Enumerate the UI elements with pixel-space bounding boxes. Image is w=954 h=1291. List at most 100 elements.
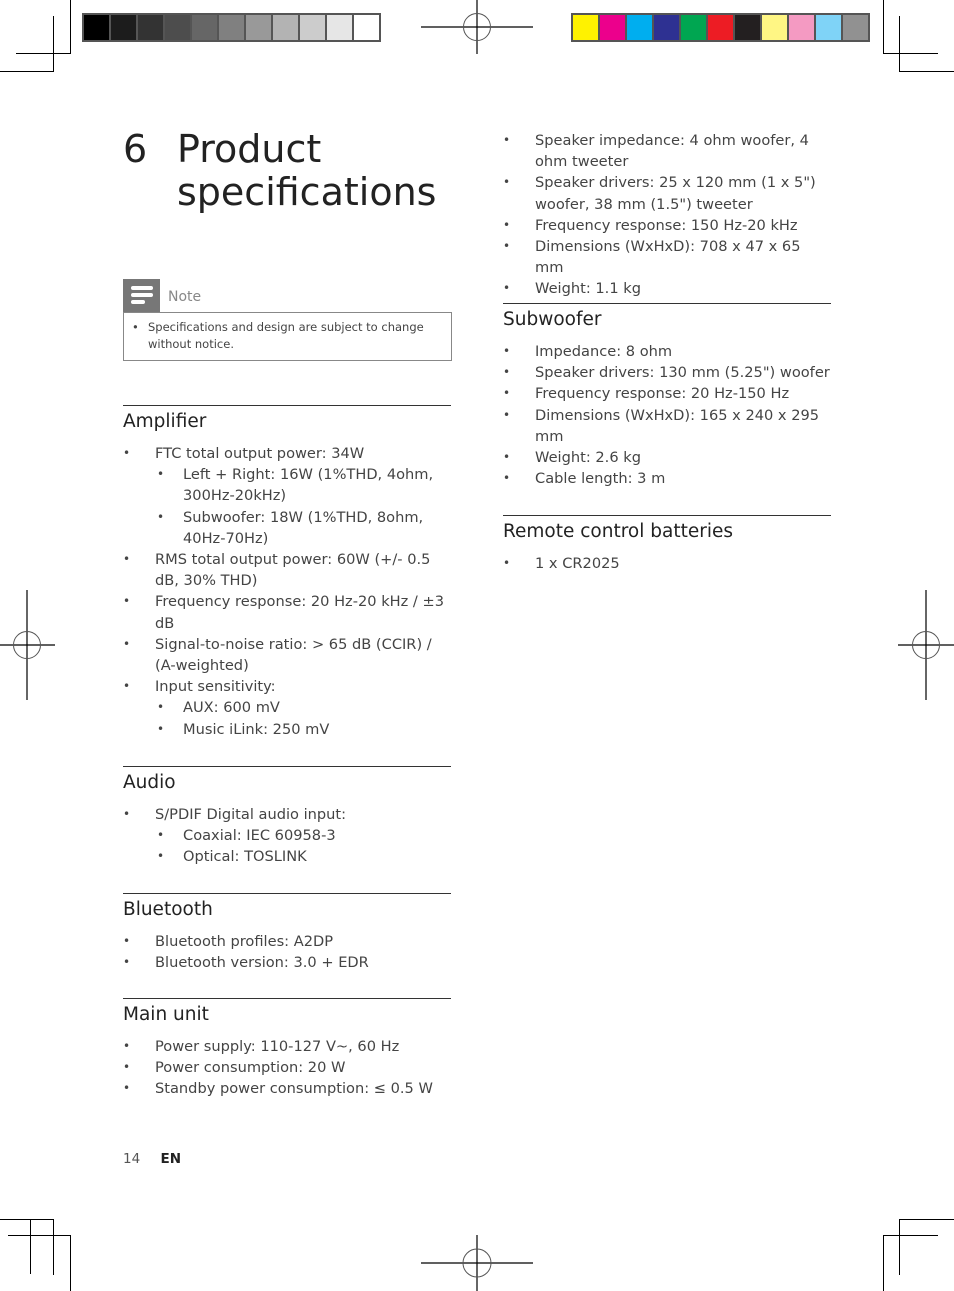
color-swatch xyxy=(654,15,679,40)
crop-mark xyxy=(883,53,938,54)
color-swatch xyxy=(84,15,109,40)
crop-mark xyxy=(899,16,900,72)
spec-item: Speaker drivers: 25 x 120 mm (1 x 5") wo… xyxy=(503,172,831,214)
spec-list: Speaker impedance: 4 ohm woofer, 4 ohm t… xyxy=(503,130,831,300)
section-amplifier: Amplifier FTC total output power: 34WLef… xyxy=(123,405,451,740)
color-swatch xyxy=(300,15,325,40)
spec-item: Weight: 1.1 kg xyxy=(503,278,831,299)
crop-mark xyxy=(899,1219,954,1220)
chapter-title-line: Product xyxy=(177,127,322,171)
crop-mark xyxy=(53,1219,54,1275)
spec-subitem: Music iLink: 250 mV xyxy=(123,719,451,740)
spec-item: Bluetooth profiles: A2DP xyxy=(123,931,451,952)
color-swatch xyxy=(627,15,652,40)
section-heading: Main unit xyxy=(123,1004,209,1025)
spec-item: Impedance: 8 ohm xyxy=(503,341,831,362)
color-swatch xyxy=(843,15,868,40)
page-footer: 14 EN xyxy=(123,1151,181,1167)
section-subwoofer: Subwoofer Impedance: 8 ohmSpeaker driver… xyxy=(503,303,831,490)
section-heading: Amplifier xyxy=(123,411,207,432)
spec-list: S/PDIF Digital audio input:Coaxial: IEC … xyxy=(123,804,451,868)
note-icon xyxy=(123,279,160,312)
spec-item: Dimensions (WxHxD): 708 x 47 x 65 mm xyxy=(503,236,831,278)
section-remote-batteries: Remote control batteries 1 x CR2025 xyxy=(503,515,831,574)
note-label: Note xyxy=(168,288,202,305)
crop-mark xyxy=(16,1235,71,1236)
spec-item: Speaker drivers: 130 mm (5.25") woofer xyxy=(503,362,831,383)
crop-mark xyxy=(883,0,884,54)
chapter-number: 6 xyxy=(123,127,148,171)
crop-mark xyxy=(899,1219,900,1275)
page-number: 14 xyxy=(123,1151,141,1167)
crop-mark xyxy=(70,1235,71,1291)
registration-target-icon xyxy=(421,0,533,54)
chapter-title-line: specifications xyxy=(177,170,437,214)
spec-item: Frequency response: 20 Hz-150 Hz xyxy=(503,383,831,404)
spec-item: Speaker impedance: 4 ohm woofer, 4 ohm t… xyxy=(503,130,831,172)
registration-target-icon xyxy=(421,1235,533,1291)
spec-item: Bluetooth version: 3.0 + EDR xyxy=(123,952,451,973)
section-speakers: Speaker impedance: 4 ohm woofer, 4 ohm t… xyxy=(503,130,831,300)
spec-item: Input sensitivity: xyxy=(123,676,451,697)
crop-mark xyxy=(0,1219,54,1220)
color-swatch xyxy=(165,15,190,40)
spec-subitem: Subwoofer: 18W (1%THD, 8ohm, 40Hz-70Hz) xyxy=(123,507,451,549)
crop-mark xyxy=(16,53,71,54)
color-swatch xyxy=(273,15,298,40)
color-swatch xyxy=(735,15,760,40)
spec-item: 1 x CR2025 xyxy=(503,553,831,574)
spec-item: Frequency response: 150 Hz-20 kHz xyxy=(503,215,831,236)
color-swatch xyxy=(246,15,271,40)
color-swatch xyxy=(816,15,841,40)
cmyk-color-bar xyxy=(571,13,870,42)
crop-mark xyxy=(899,71,954,72)
crop-mark xyxy=(883,1235,884,1291)
crop-mark xyxy=(53,16,54,72)
note-box: Note Specifications and design are subje… xyxy=(123,279,452,361)
spec-list: Power supply: 110-127 V~, 60 HzPower con… xyxy=(123,1036,451,1100)
spec-item: S/PDIF Digital audio input: xyxy=(123,804,451,825)
spec-item: Power consumption: 20 W xyxy=(123,1057,451,1078)
color-swatch xyxy=(138,15,163,40)
spec-item: FTC total output power: 34W xyxy=(123,443,451,464)
section-bluetooth: Bluetooth Bluetooth profiles: A2DPBlueto… xyxy=(123,893,451,974)
registration-target-icon xyxy=(0,590,55,700)
note-header: Note xyxy=(123,279,452,312)
spec-item: Power supply: 110-127 V~, 60 Hz xyxy=(123,1036,451,1057)
grayscale-color-bar xyxy=(82,13,381,42)
color-swatch xyxy=(111,15,136,40)
section-heading: Audio xyxy=(123,772,176,793)
crop-mark xyxy=(883,1235,938,1236)
spec-list: Bluetooth profiles: A2DPBluetooth versio… xyxy=(123,931,451,974)
language-code: EN xyxy=(160,1151,182,1167)
color-swatch xyxy=(354,15,379,40)
chapter-title-text: Product specifications xyxy=(177,128,436,214)
spec-item: Signal-to-noise ratio: > 65 dB (CCIR) / … xyxy=(123,634,451,676)
section-audio: Audio S/PDIF Digital audio input:Coaxial… xyxy=(123,766,451,868)
spec-subitem: Left + Right: 16W (1%THD, 4ohm, 300Hz-20… xyxy=(123,464,451,506)
color-swatch xyxy=(192,15,217,40)
spec-item: Weight: 2.6 kg xyxy=(503,447,831,468)
registration-target-icon xyxy=(898,590,954,700)
section-main-unit: Main unit Power supply: 110-127 V~, 60 H… xyxy=(123,998,451,1100)
spec-item: Dimensions (WxHxD): 165 x 240 x 295 mm xyxy=(503,405,831,447)
color-swatch xyxy=(219,15,244,40)
section-heading: Subwoofer xyxy=(503,309,602,330)
spec-item: Frequency response: 20 Hz-20 kHz / ±3 dB xyxy=(123,591,451,633)
section-heading: Bluetooth xyxy=(123,899,213,920)
color-swatch xyxy=(681,15,706,40)
crop-mark xyxy=(30,1219,31,1274)
color-swatch xyxy=(762,15,787,40)
crop-mark xyxy=(0,71,54,72)
spec-item: RMS total output power: 60W (+/- 0.5 dB,… xyxy=(123,549,451,591)
spec-subitem: Coaxial: IEC 60958-3 xyxy=(123,825,451,846)
crop-mark xyxy=(70,0,71,54)
spec-list: Impedance: 8 ohmSpeaker drivers: 130 mm … xyxy=(503,341,831,490)
spec-list: 1 x CR2025 xyxy=(503,553,831,574)
color-swatch xyxy=(600,15,625,40)
section-heading: Remote control batteries xyxy=(503,521,734,542)
color-swatch xyxy=(789,15,814,40)
color-swatch xyxy=(708,15,733,40)
spec-subitem: AUX: 600 mV xyxy=(123,697,451,718)
spec-item: Standby power consumption: ≤ 0.5 W xyxy=(123,1078,451,1099)
